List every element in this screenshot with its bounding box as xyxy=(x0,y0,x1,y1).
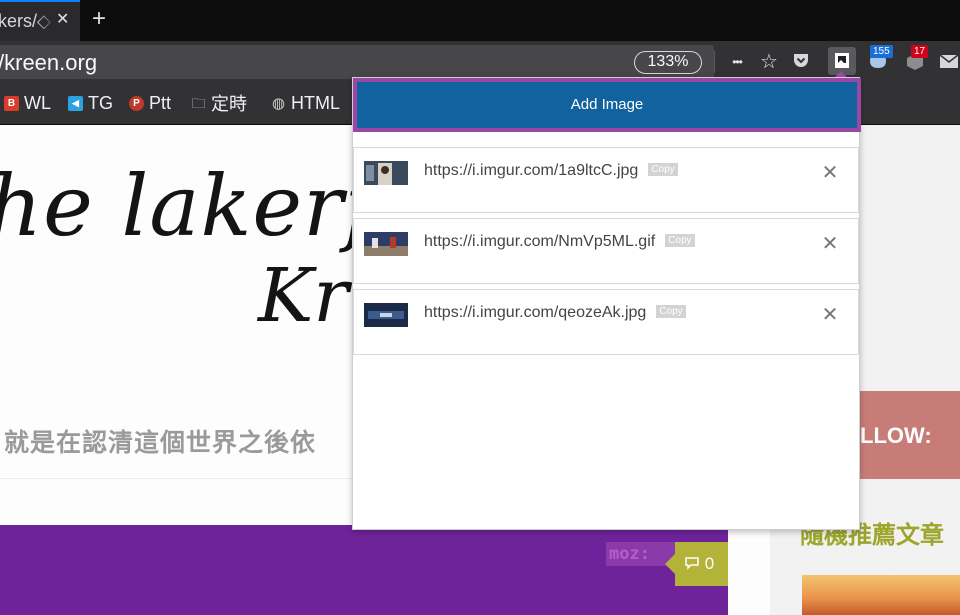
extension-1-badge: 155 xyxy=(870,45,893,58)
recommended-post-thumbnail[interactable] xyxy=(802,575,960,615)
bookmark-star-icon[interactable]: ☆ xyxy=(758,51,780,73)
toolbar-divider xyxy=(714,51,715,73)
post-header-bar xyxy=(0,525,728,615)
image-url-text: https://i.imgur.com/1a9ltcC.jpg xyxy=(424,162,639,179)
comment-count: 0 xyxy=(704,554,715,573)
mail-extension-icon[interactable] xyxy=(936,47,960,75)
site-tagline: 就是在認清這個世界之後依 xyxy=(4,429,317,457)
bookmark-ptt[interactable]: P Ptt xyxy=(129,92,171,114)
wl-bookmark-icon: B xyxy=(4,95,19,111)
extension-2-icon[interactable]: 17 xyxy=(901,45,929,75)
image-thumbnail xyxy=(364,232,408,256)
list-item: https://i.imgur.com/qeozeAk.jpg Copy ✕ xyxy=(353,289,859,355)
zoom-level-badge[interactable]: 133% xyxy=(634,51,702,74)
bookmark-tg[interactable]: ◀ TG xyxy=(68,92,113,114)
url-text: /kreen.org xyxy=(0,50,98,75)
bookmark-label: Ptt xyxy=(149,92,172,113)
image-thumbnail xyxy=(364,161,408,185)
tab-close-icon[interactable]: ✕ xyxy=(56,11,72,29)
ptt-icon: P xyxy=(129,95,144,111)
bookmark-wl[interactable]: B WL xyxy=(4,92,51,114)
image-url-text: https://i.imgur.com/qeozeAk.jpg xyxy=(424,304,647,321)
tab-strip: kers/◇ ✕ + xyxy=(0,0,960,41)
remove-icon[interactable]: ✕ xyxy=(820,305,840,325)
header-divider xyxy=(0,478,352,479)
bookmark-label: WL xyxy=(24,92,51,113)
image-thumbnail xyxy=(364,303,408,327)
image-url: https://i.imgur.com/qeozeAk.jpg Copy xyxy=(424,304,686,322)
image-url-text: https://i.imgur.com/NmVp5ML.gif xyxy=(424,233,656,250)
site-title-line2: Kr xyxy=(258,253,349,339)
new-tab-button[interactable]: + xyxy=(88,7,110,31)
image-url: https://i.imgur.com/NmVp5ML.gif Copy xyxy=(424,233,695,251)
follow-widget: LLOW: xyxy=(858,391,960,479)
globe-icon: ◍ xyxy=(271,94,286,112)
browser-window: kers/◇ ✕ + /kreen.org 133% ••• ☆ 155 17 xyxy=(0,0,960,615)
pocket-icon[interactable] xyxy=(790,51,812,73)
bookmark-label: 定時 xyxy=(211,94,247,114)
image-url: https://i.imgur.com/1a9ltcC.jpg Copy xyxy=(424,162,678,180)
address-bar[interactable]: /kreen.org 133% xyxy=(0,45,714,79)
comment-count-badge[interactable]: 0 xyxy=(665,542,728,586)
copy-button[interactable]: Copy xyxy=(656,305,686,319)
extension-1-icon[interactable]: 155 xyxy=(864,45,893,75)
bookmark-folder[interactable]: 🗀 定時 xyxy=(191,92,248,114)
page-actions-more-icon[interactable]: ••• xyxy=(726,51,748,73)
extension-2-badge: 17 xyxy=(911,45,929,58)
list-item: https://i.imgur.com/1a9ltcC.jpg Copy ✕ xyxy=(353,147,859,213)
copy-button[interactable]: Copy xyxy=(648,163,678,177)
image-uploader-popup: Add Image https://i.imgur.com/1a9ltcC.jp… xyxy=(352,77,861,530)
remove-icon[interactable]: ✕ xyxy=(820,234,840,254)
add-image-button[interactable]: Add Image xyxy=(353,78,861,132)
list-item: https://i.imgur.com/NmVp5ML.gif Copy ✕ xyxy=(353,218,859,284)
bookmark-label: TG xyxy=(88,92,113,113)
bookmark-label: HTML xyxy=(291,92,340,113)
tab-active[interactable]: kers/◇ ✕ xyxy=(0,0,80,41)
remove-icon[interactable]: ✕ xyxy=(820,163,840,183)
folder-icon: 🗀 xyxy=(191,94,206,111)
telegram-icon: ◀ xyxy=(68,95,83,111)
bookmark-html[interactable]: ◍ HTML xyxy=(271,92,340,114)
comment-icon xyxy=(685,557,699,570)
tab-title-fade xyxy=(36,2,56,41)
copy-button[interactable]: Copy xyxy=(665,234,695,248)
